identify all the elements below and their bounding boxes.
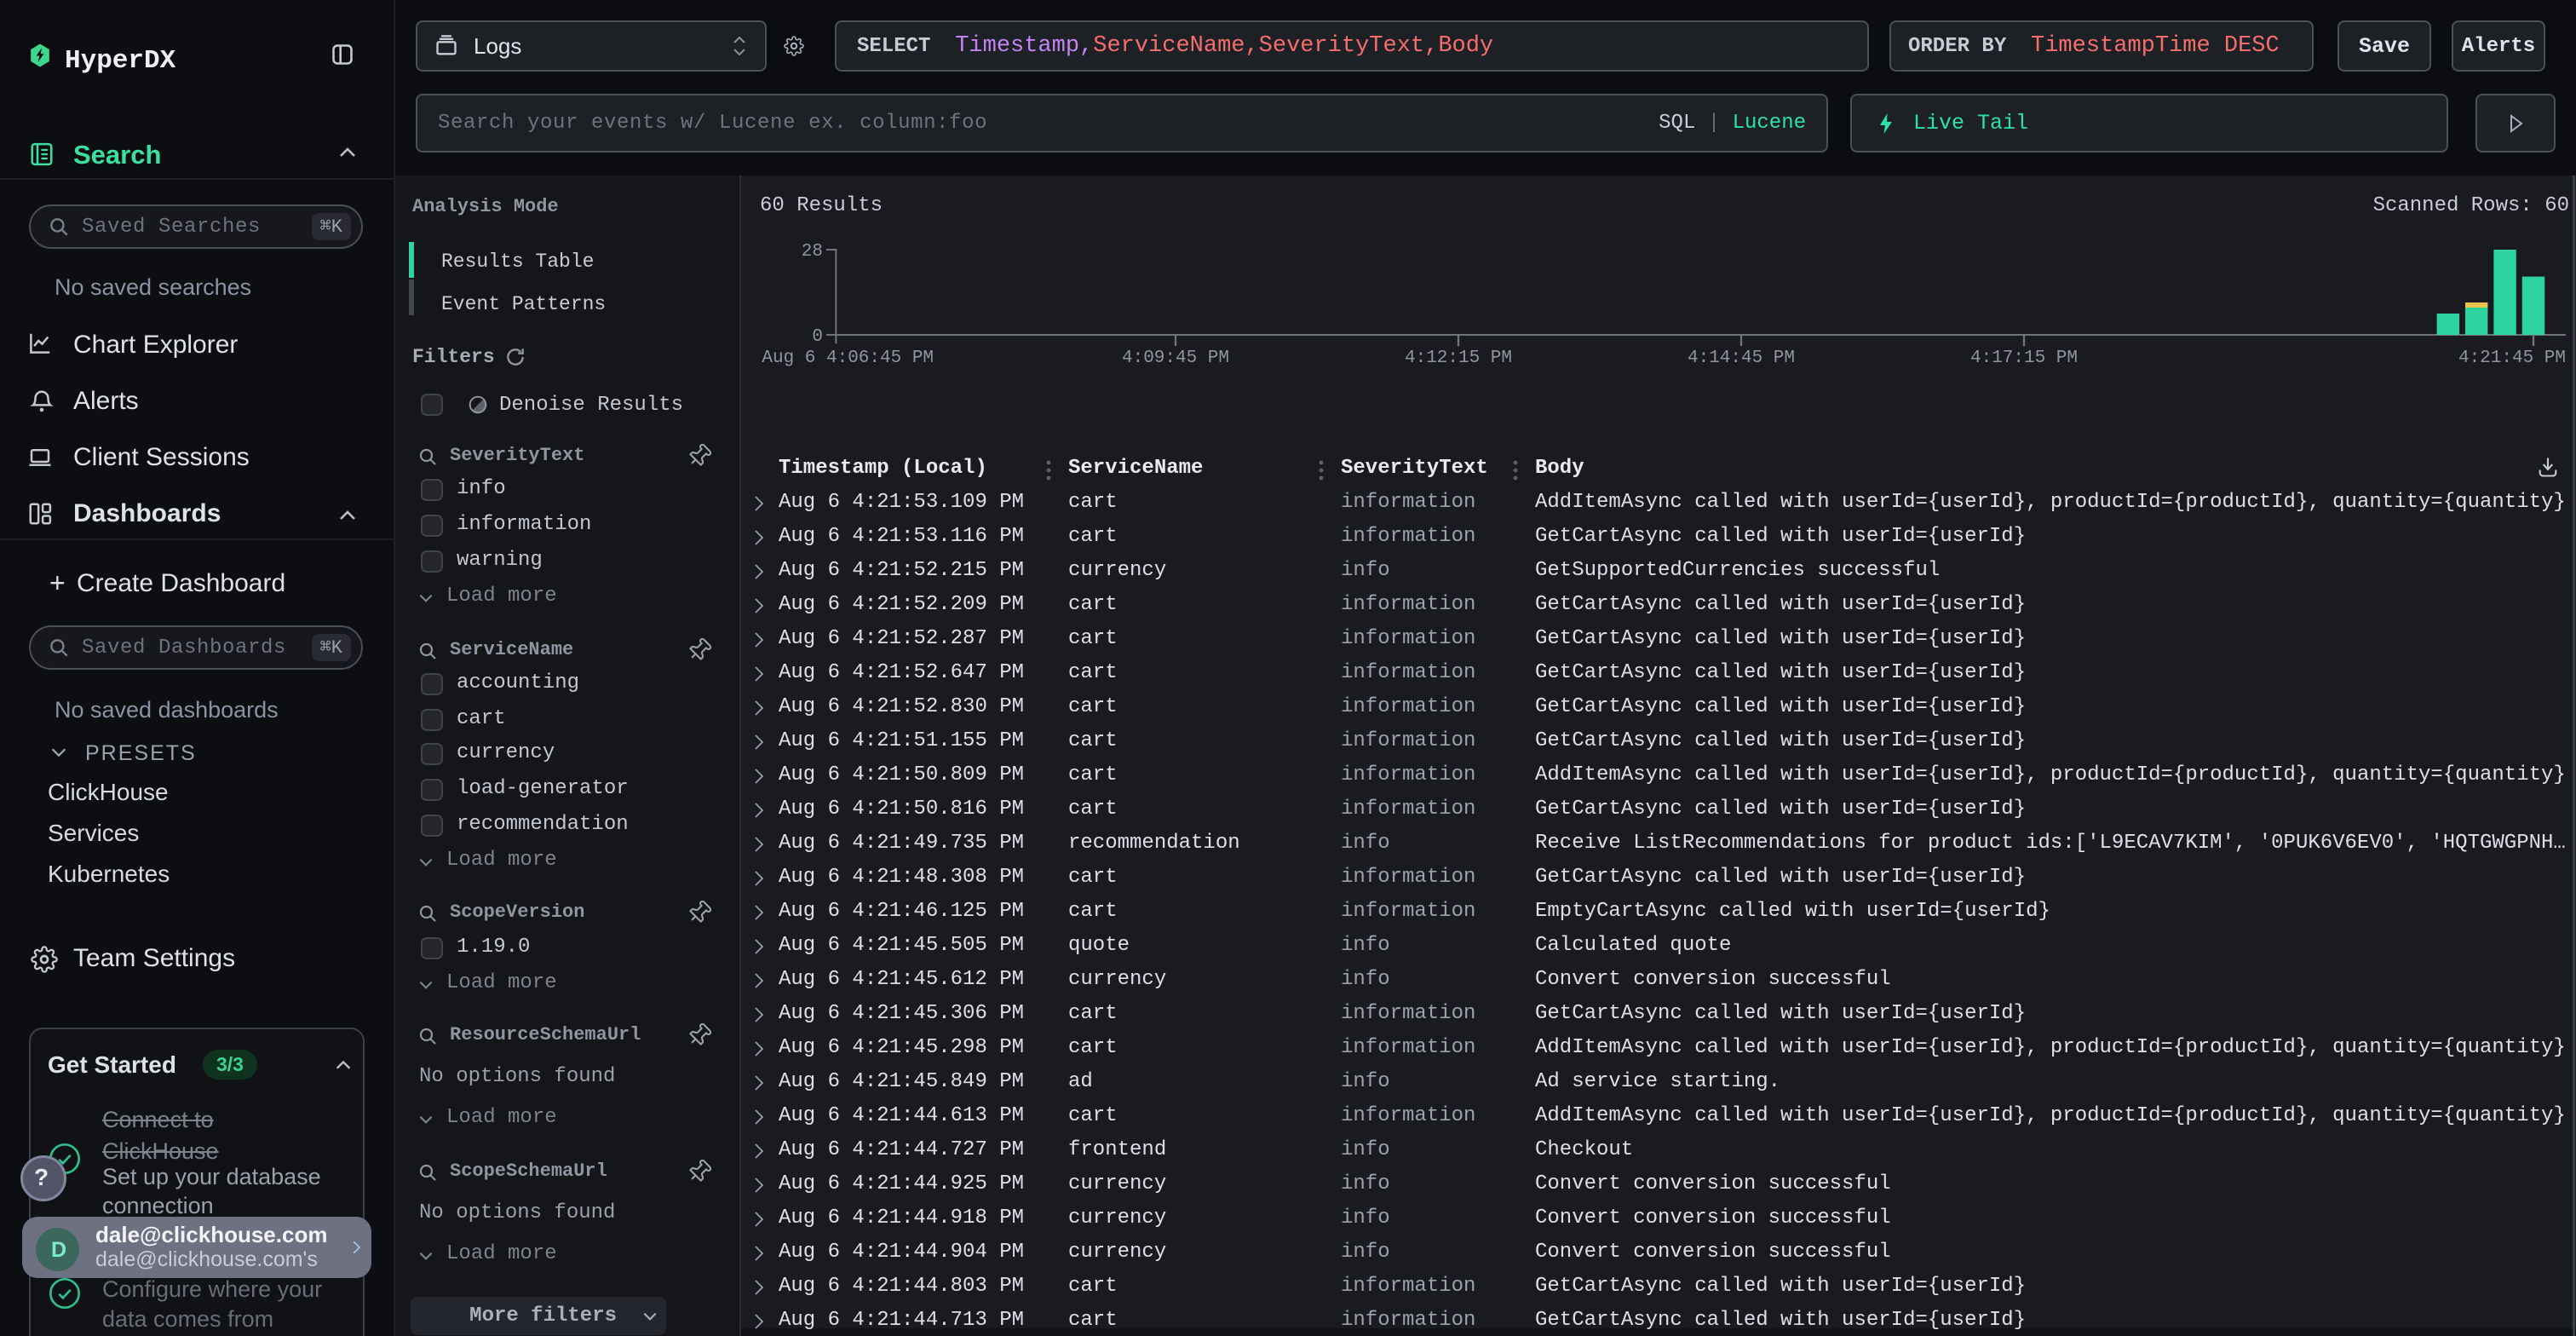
svg-text:4:12:15 PM: 4:12:15 PM (1405, 348, 1512, 366)
svg-text:0: 0 (812, 327, 823, 347)
svg-text:4:09:45 PM: 4:09:45 PM (1122, 348, 1229, 366)
svg-text:4:21:45 PM: 4:21:45 PM (2458, 348, 2566, 366)
svg-text:4:14:45 PM: 4:14:45 PM (1688, 348, 1795, 366)
svg-text:Aug 6 4:06:45 PM: Aug 6 4:06:45 PM (762, 348, 934, 366)
svg-text:4:17:15 PM: 4:17:15 PM (1970, 348, 2078, 366)
svg-text:28: 28 (802, 242, 823, 262)
